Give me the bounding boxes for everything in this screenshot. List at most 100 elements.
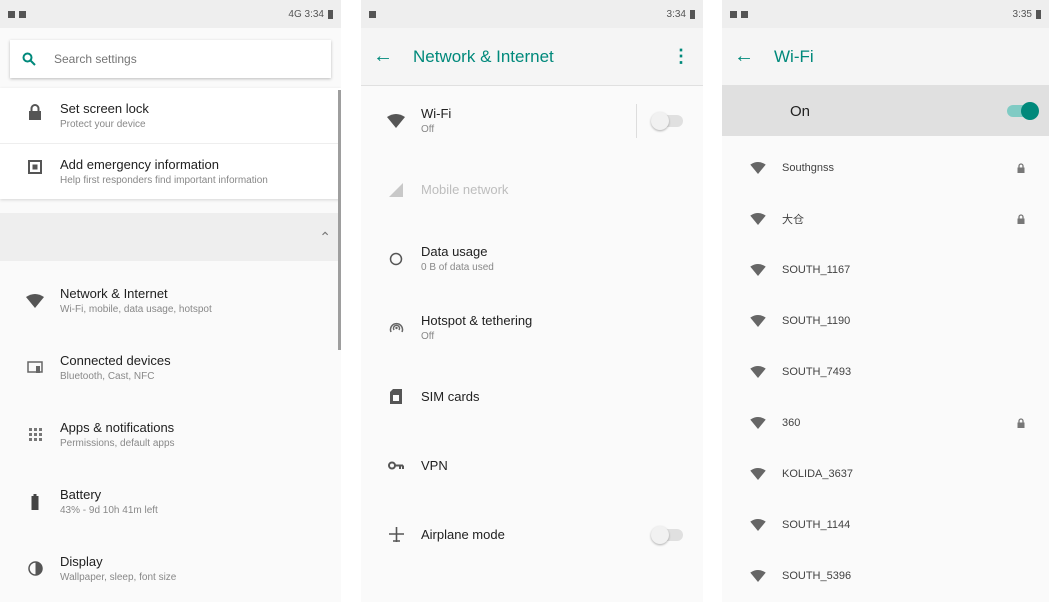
status-text: 3:35 (1012, 8, 1032, 20)
wifi-setting-row[interactable]: Wi-Fi Off (361, 86, 703, 155)
vpn-row[interactable]: VPN (361, 431, 703, 500)
notification-icon (8, 10, 15, 18)
item-title: Hotspot & tethering (421, 313, 533, 328)
wifi-master-switch-bar[interactable]: On (722, 86, 1049, 136)
apps-grid-icon (10, 428, 60, 441)
item-subtitle: 0 B of data used (421, 262, 494, 273)
back-arrow-icon[interactable]: ← (373, 45, 413, 68)
item-title: Wi-Fi (421, 106, 452, 121)
network-internet-screen: 3:34 ← Network & Internet ⋮ Wi-Fi Off Mo… (361, 0, 703, 602)
wifi-network-row[interactable]: SOUTH_1167 (722, 244, 1049, 295)
network-name: Southgnss (782, 161, 834, 174)
settings-item-connected-devices[interactable]: Connected devices Bluetooth, Cast, NFC (0, 334, 341, 401)
network-name: SOUTH_1144 (782, 518, 851, 531)
wifi-signal-icon (734, 263, 782, 276)
lock-icon (10, 100, 60, 131)
sim-card-icon (371, 389, 421, 404)
wifi-signal-icon (734, 416, 782, 429)
back-arrow-icon[interactable]: ← (734, 45, 774, 68)
suggestions-card: Set screen lock Protect your device Add … (0, 88, 341, 199)
settings-item-network[interactable]: Network & Internet Wi-Fi, mobile, data u… (0, 267, 341, 334)
item-subtitle: Off (421, 124, 435, 135)
notification-icon (730, 10, 737, 18)
battery-icon (690, 9, 695, 19)
divider (636, 103, 637, 138)
item-subtitle: Bluetooth, Cast, NFC (60, 371, 155, 382)
suggestion-set-screen-lock[interactable]: Set screen lock Protect your device (0, 88, 341, 144)
status-text: 4G 3:34 (288, 8, 324, 20)
network-name: 大仓 (782, 213, 804, 226)
notification-icon (19, 10, 26, 18)
wifi-signal-icon (734, 212, 782, 225)
suggestion-emergency-info[interactable]: Add emergency information Help first res… (0, 144, 341, 199)
collapse-suggestions-bar[interactable]: ⌃ (0, 213, 341, 261)
network-name: KOLIDA_3637 (782, 467, 853, 480)
app-bar: ← Wi-Fi (722, 28, 1049, 86)
wifi-icon (10, 293, 60, 308)
item-title: VPN (421, 458, 448, 473)
wifi-screen: 3:35 ← Wi-Fi On Southgnss 大仓 SOUTH_1167 SOU… (722, 0, 1049, 602)
scrollbar[interactable] (338, 90, 341, 350)
item-subtitle: Off (421, 331, 435, 342)
item-subtitle: 43% - 9d 10h 41m left (60, 505, 158, 516)
overflow-menu-icon[interactable]: ⋮ (671, 46, 691, 67)
lock-icon (1017, 162, 1037, 173)
suggestion-title: Set screen lock (60, 101, 149, 116)
item-subtitle: Permissions, default apps (60, 438, 175, 449)
item-title: Mobile network (421, 182, 509, 197)
airplane-mode-row[interactable]: Airplane mode (361, 500, 703, 569)
network-name: SOUTH_7493 (782, 365, 852, 378)
lock-icon (1017, 213, 1037, 224)
wifi-network-list: Southgnss 大仓 SOUTH_1167 SOUTH_1190 SOUTH_749… (722, 136, 1049, 601)
toggle-knob (1021, 102, 1039, 120)
network-name: 360 (782, 416, 801, 429)
wifi-signal-icon (734, 365, 782, 378)
airplane-icon (371, 527, 421, 542)
chevron-up-icon[interactable]: ⌃ (319, 229, 331, 246)
wifi-network-row[interactable]: 360 (722, 397, 1049, 448)
settings-item-battery[interactable]: Battery 43% - 9d 10h 41m left (0, 468, 341, 535)
wifi-network-row[interactable]: Southgnss (722, 142, 1049, 193)
item-title: Network & Internet (60, 286, 168, 301)
wifi-network-row[interactable]: SOUTH_5396 (722, 550, 1049, 601)
wifi-toggle[interactable] (651, 111, 683, 130)
settings-item-display[interactable]: Display Wallpaper, sleep, font size (0, 535, 341, 602)
search-bar[interactable] (10, 40, 331, 78)
status-text: 3:34 (666, 8, 686, 20)
wifi-network-row[interactable]: 大仓 (722, 193, 1049, 244)
settings-item-apps[interactable]: Apps & notifications Permissions, defaul… (0, 401, 341, 468)
suggestion-title: Add emergency information (60, 157, 219, 172)
wifi-network-row[interactable]: SOUTH_1190 (722, 295, 1049, 346)
battery-icon (10, 493, 60, 510)
wifi-signal-icon (734, 467, 782, 480)
brightness-icon (10, 561, 60, 576)
network-name: SOUTH_5396 (782, 569, 852, 582)
sim-cards-row[interactable]: SIM cards (361, 362, 703, 431)
toggle-knob (651, 111, 669, 130)
search-input[interactable] (52, 51, 256, 67)
wifi-network-row[interactable]: KOLIDA_3637 (722, 448, 1049, 499)
devices-icon (10, 361, 60, 374)
wifi-signal-icon (734, 518, 782, 531)
wifi-master-toggle[interactable] (1007, 102, 1039, 120)
page-title: Wi-Fi (774, 46, 814, 66)
airplane-mode-toggle[interactable] (651, 525, 683, 544)
signal-icon (371, 182, 421, 197)
data-usage-row[interactable]: Data usage 0 B of data used (361, 224, 703, 293)
wifi-icon (371, 113, 421, 128)
settings-list: Network & Internet Wi-Fi, mobile, data u… (0, 261, 341, 602)
item-title: Display (60, 554, 103, 569)
hotspot-row[interactable]: Hotspot & tethering Off (361, 293, 703, 362)
search-icon (22, 52, 52, 66)
suggestion-subtitle: Help first responders find important inf… (60, 175, 268, 186)
item-subtitle: Wallpaper, sleep, font size (60, 572, 177, 583)
wifi-signal-icon (734, 161, 782, 174)
status-bar: 3:34 (361, 0, 703, 28)
notification-icon (741, 10, 748, 18)
wifi-network-row[interactable]: SOUTH_7493 (722, 346, 1049, 397)
wifi-network-row[interactable]: SOUTH_1144 (722, 499, 1049, 550)
data-usage-icon (371, 252, 421, 266)
settings-home-screen: 4G 3:34 Set screen lock Protect your dev… (0, 0, 341, 602)
item-title: Data usage (421, 244, 488, 259)
status-bar: 4G 3:34 (0, 0, 341, 28)
